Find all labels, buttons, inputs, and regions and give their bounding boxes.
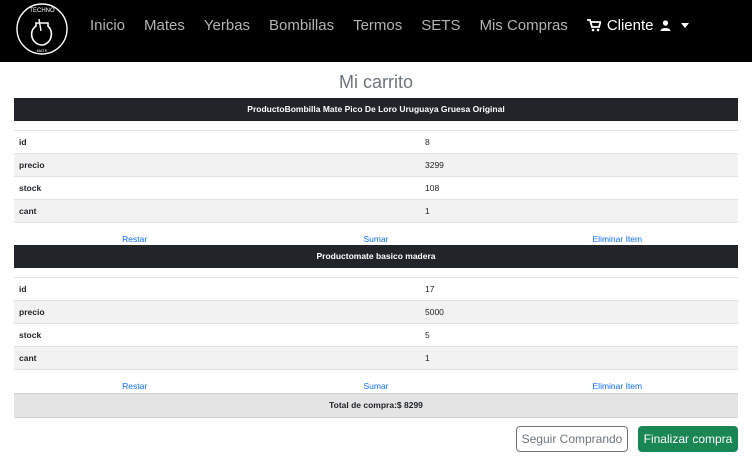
row-value: 5 [420,323,738,347]
row-value: 5000 [420,300,738,324]
row-value: 1 [420,199,738,223]
product-header: Productomate basico madera [14,245,738,268]
row-value: 1 [420,346,738,370]
technomate-logo[interactable]: TECHNO MATE [14,1,70,57]
table-row: id 8 [14,130,738,154]
nav-link-sets[interactable]: SETS [421,17,460,34]
sumar-link[interactable]: Sumar [255,380,496,392]
navbar: TECHNO MATE Inicio Mates Yerbas Bombilla… [0,0,752,62]
product-detail-table: id 8 precio 3299 stock 108 cant 1 [14,130,738,223]
table-row: stock 108 [14,176,738,200]
seguir-comprando-button[interactable]: Seguir Comprando [516,426,628,452]
svg-text:TECHNO: TECHNO [29,8,55,14]
nav-links: Inicio Mates Yerbas Bombillas Termos SET… [90,17,689,34]
table-row: cant 1 [14,199,738,223]
row-key: id [14,130,420,154]
svg-text:MATE: MATE [37,48,48,53]
nav-link-mates[interactable]: Mates [144,17,185,34]
nav-link-mis-compras[interactable]: Mis Compras [479,17,567,34]
nav-link-yerbas[interactable]: Yerbas [204,17,250,34]
item-actions: Restar Sumar Eliminar Item [14,233,738,245]
nav-link-bombillas[interactable]: Bombillas [269,17,334,34]
row-key: stock [14,176,420,200]
item-actions: Restar Sumar Eliminar Item [14,380,738,392]
cart-icon [586,19,601,32]
row-value: 17 [420,277,738,301]
table-row: cant 1 [14,346,738,370]
nav-link-termos[interactable]: Termos [353,17,402,34]
row-value: 3299 [420,153,738,177]
caret-down-icon [680,23,689,28]
row-key: cant [14,346,420,370]
nav-link-inicio[interactable]: Inicio [90,17,125,34]
restar-link[interactable]: Restar [14,380,255,392]
product-detail-table: id 17 precio 5000 stock 5 cant 1 [14,277,738,370]
row-key: precio [14,300,420,324]
row-key: stock [14,323,420,347]
row-key: id [14,277,420,301]
table-row: id 17 [14,277,738,301]
eliminar-item-link[interactable]: Eliminar Item [497,233,738,245]
user-icon [660,20,671,31]
product-header: ProductoBombilla Mate Pico De Loro Urugu… [14,98,738,121]
sumar-link[interactable]: Sumar [255,233,496,245]
table-row: precio 3299 [14,153,738,177]
finalizar-compra-button[interactable]: Finalizar compra [638,426,738,452]
row-value: 8 [420,130,738,154]
table-row: stock 5 [14,323,738,347]
cart-client-dropdown[interactable]: Cliente [586,17,689,34]
page-title: Mi carrito [338,72,413,92]
row-value: 108 [420,176,738,200]
eliminar-item-link[interactable]: Eliminar Item [497,380,738,392]
row-key: precio [14,153,420,177]
row-key: cant [14,199,420,223]
restar-link[interactable]: Restar [14,233,255,245]
total-row: Total de compra:$ 8299 [14,393,738,418]
table-row: precio 5000 [14,300,738,324]
user-dropdown[interactable] [660,20,689,31]
client-label: Cliente [606,17,654,34]
